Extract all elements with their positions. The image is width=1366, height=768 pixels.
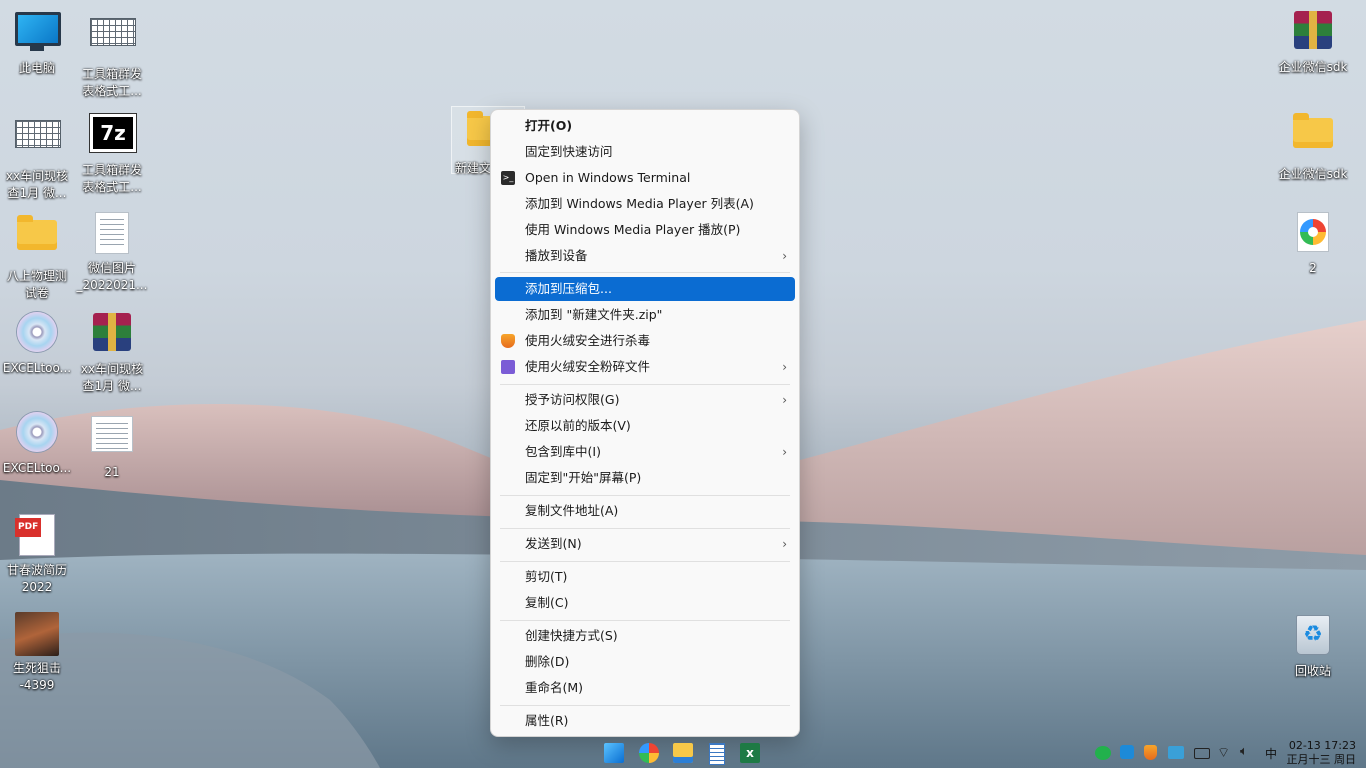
start-icon[interactable] bbox=[604, 743, 624, 763]
menu-separator bbox=[500, 528, 790, 529]
taskbar: x ⌔ 🔈︎ 中 02-13 17:23 正月十三 周日 bbox=[0, 738, 1366, 768]
pdf-icon: PDF bbox=[15, 514, 55, 556]
desktop-icon-game-4399[interactable]: 生死狙击 -4399 bbox=[0, 612, 74, 694]
game-icon bbox=[15, 612, 59, 656]
spreadsheet-icon bbox=[15, 120, 61, 148]
menu-item-copy[interactable]: 复制(C) bbox=[495, 591, 795, 615]
desktop-icon-exceltool-2[interactable]: EXCELtoo... bbox=[0, 410, 74, 477]
desktop-icon-wecom-sdk-rar[interactable]: 企业微信sdk bbox=[1275, 8, 1351, 76]
document-icon bbox=[95, 212, 129, 254]
menu-item-play-wmp[interactable]: 使用 Windows Media Player 播放(P) bbox=[495, 218, 795, 242]
folder-icon bbox=[17, 215, 57, 250]
menu-item-properties[interactable]: 属性(R) bbox=[495, 709, 795, 733]
desktop-icon-image-2[interactable]: 2 bbox=[1275, 210, 1351, 277]
desktop-icon-wechat-image[interactable]: 微信图片 _2022021... bbox=[75, 210, 149, 294]
file-explorer-icon[interactable] bbox=[673, 743, 693, 763]
folder-icon bbox=[1293, 113, 1333, 148]
7z-archive-icon: 7z bbox=[89, 113, 137, 153]
wifi-icon[interactable]: ⌔ bbox=[1217, 744, 1230, 762]
menu-separator bbox=[500, 384, 790, 385]
browser-icon[interactable] bbox=[639, 743, 659, 763]
cd-installer-icon bbox=[17, 412, 57, 452]
chevron-right-icon: › bbox=[782, 360, 787, 374]
spreadsheet-icon bbox=[90, 18, 136, 46]
menu-item-open-terminal[interactable]: >_ Open in Windows Terminal bbox=[495, 166, 795, 190]
computer-icon bbox=[15, 12, 61, 46]
chevron-right-icon: › bbox=[782, 537, 787, 551]
clock-lunar-date: 正月十三 周日 bbox=[1286, 753, 1357, 766]
recycle-bin-icon: ♻ bbox=[1296, 615, 1330, 655]
battery-icon[interactable] bbox=[1194, 748, 1210, 759]
notepad-icon[interactable] bbox=[709, 743, 725, 765]
desktop-icon-physics-folder[interactable]: 八上物理测 试卷 bbox=[0, 210, 74, 302]
menu-item-create-shortcut[interactable]: 创建快捷方式(S) bbox=[495, 624, 795, 648]
security-shield-icon[interactable] bbox=[1144, 745, 1157, 760]
chevron-right-icon: › bbox=[782, 445, 787, 459]
menu-item-send-to[interactable]: 发送到(N) › bbox=[495, 532, 795, 556]
desktop-icon-exceltool-1[interactable]: EXCELtoo... bbox=[0, 310, 74, 377]
shredder-icon bbox=[501, 360, 515, 374]
terminal-icon: >_ bbox=[501, 171, 515, 185]
menu-separator bbox=[500, 272, 790, 273]
menu-item-grant-access[interactable]: 授予访问权限(G) › bbox=[495, 388, 795, 412]
ime-indicator[interactable]: 中 bbox=[1265, 745, 1277, 762]
desktop-icon-workshop-sheet-1[interactable]: xx车间现核 查1月 微... bbox=[0, 110, 74, 202]
desktop-icon-this-pc[interactable]: 此电脑 bbox=[0, 8, 74, 77]
clock-time: 02-13 17:23 bbox=[1288, 739, 1356, 752]
menu-item-delete[interactable]: 删除(D) bbox=[495, 650, 795, 674]
desktop-icon-wecom-sdk-folder[interactable]: 企业微信sdk bbox=[1275, 108, 1351, 183]
desktop-icon-resume-pdf[interactable]: PDF 甘春波简历 2022 bbox=[0, 512, 74, 596]
desktop-icon-7z-archive[interactable]: 7z 工具箱群发 表格式工... bbox=[75, 110, 149, 196]
menu-separator bbox=[500, 705, 790, 706]
menu-item-open[interactable]: 打开(O) bbox=[495, 114, 795, 138]
menu-item-add-wmp-list[interactable]: 添加到 Windows Media Player 列表(A) bbox=[495, 192, 795, 216]
chevron-right-icon: › bbox=[782, 249, 787, 263]
menu-separator bbox=[500, 561, 790, 562]
desktop-icon-workshop-rar[interactable]: xx车间现核 查1月 微... bbox=[75, 310, 149, 395]
system-tray: ⌔ 🔈︎ 中 bbox=[1095, 738, 1277, 768]
menu-item-cast-to-device[interactable]: 播放到设备 › bbox=[495, 244, 795, 268]
winrar-icon bbox=[93, 313, 131, 351]
menu-item-restore-versions[interactable]: 还原以前的版本(V) bbox=[495, 414, 795, 438]
desktop-icon-21[interactable]: 21 bbox=[75, 410, 149, 481]
context-menu: 打开(O) 固定到快速访问 >_ Open in Windows Terminal… bbox=[490, 109, 800, 737]
wechat-icon[interactable] bbox=[1095, 746, 1111, 760]
menu-separator bbox=[500, 620, 790, 621]
menu-item-rename[interactable]: 重命名(M) bbox=[495, 676, 795, 700]
volume-icon[interactable]: 🔈︎ bbox=[1240, 744, 1248, 759]
image-file-icon bbox=[1297, 212, 1329, 252]
cd-installer-icon bbox=[17, 312, 57, 352]
desktop-icon-toolbox-sheet-1[interactable]: 工具箱群发 表格式工... bbox=[75, 8, 149, 100]
network-share-icon[interactable] bbox=[1168, 746, 1184, 759]
menu-item-copy-path[interactable]: 复制文件地址(A) bbox=[495, 499, 795, 523]
excel-icon[interactable]: x bbox=[740, 743, 760, 763]
menu-item-cut[interactable]: 剪切(T) bbox=[495, 565, 795, 589]
menu-item-pin-quick-access[interactable]: 固定到快速访问 bbox=[495, 140, 795, 164]
menu-item-add-to-zip[interactable]: 添加到 "新建文件夹.zip" bbox=[495, 303, 795, 327]
huorong-shield-icon bbox=[501, 334, 515, 348]
desktop-icon-recycle-bin[interactable]: ♻ 回收站 bbox=[1275, 612, 1351, 680]
chevron-right-icon: › bbox=[782, 393, 787, 407]
clock[interactable]: 02-13 17:23 正月十三 周日 bbox=[1287, 739, 1357, 767]
menu-item-huorong-scan[interactable]: 使用火绒安全进行杀毒 bbox=[495, 329, 795, 353]
bluetooth-icon[interactable] bbox=[1120, 745, 1134, 759]
menu-item-include-in-library[interactable]: 包含到库中(I) › bbox=[495, 440, 795, 464]
winrar-icon bbox=[1294, 11, 1332, 49]
menu-separator bbox=[500, 495, 790, 496]
menu-item-pin-start[interactable]: 固定到"开始"屏幕(P) bbox=[495, 466, 795, 490]
screenshot-icon bbox=[91, 416, 133, 452]
menu-item-huorong-shred[interactable]: 使用火绒安全粉碎文件 › bbox=[495, 355, 795, 379]
menu-item-add-to-archive[interactable]: 添加到压缩包... bbox=[495, 277, 795, 301]
